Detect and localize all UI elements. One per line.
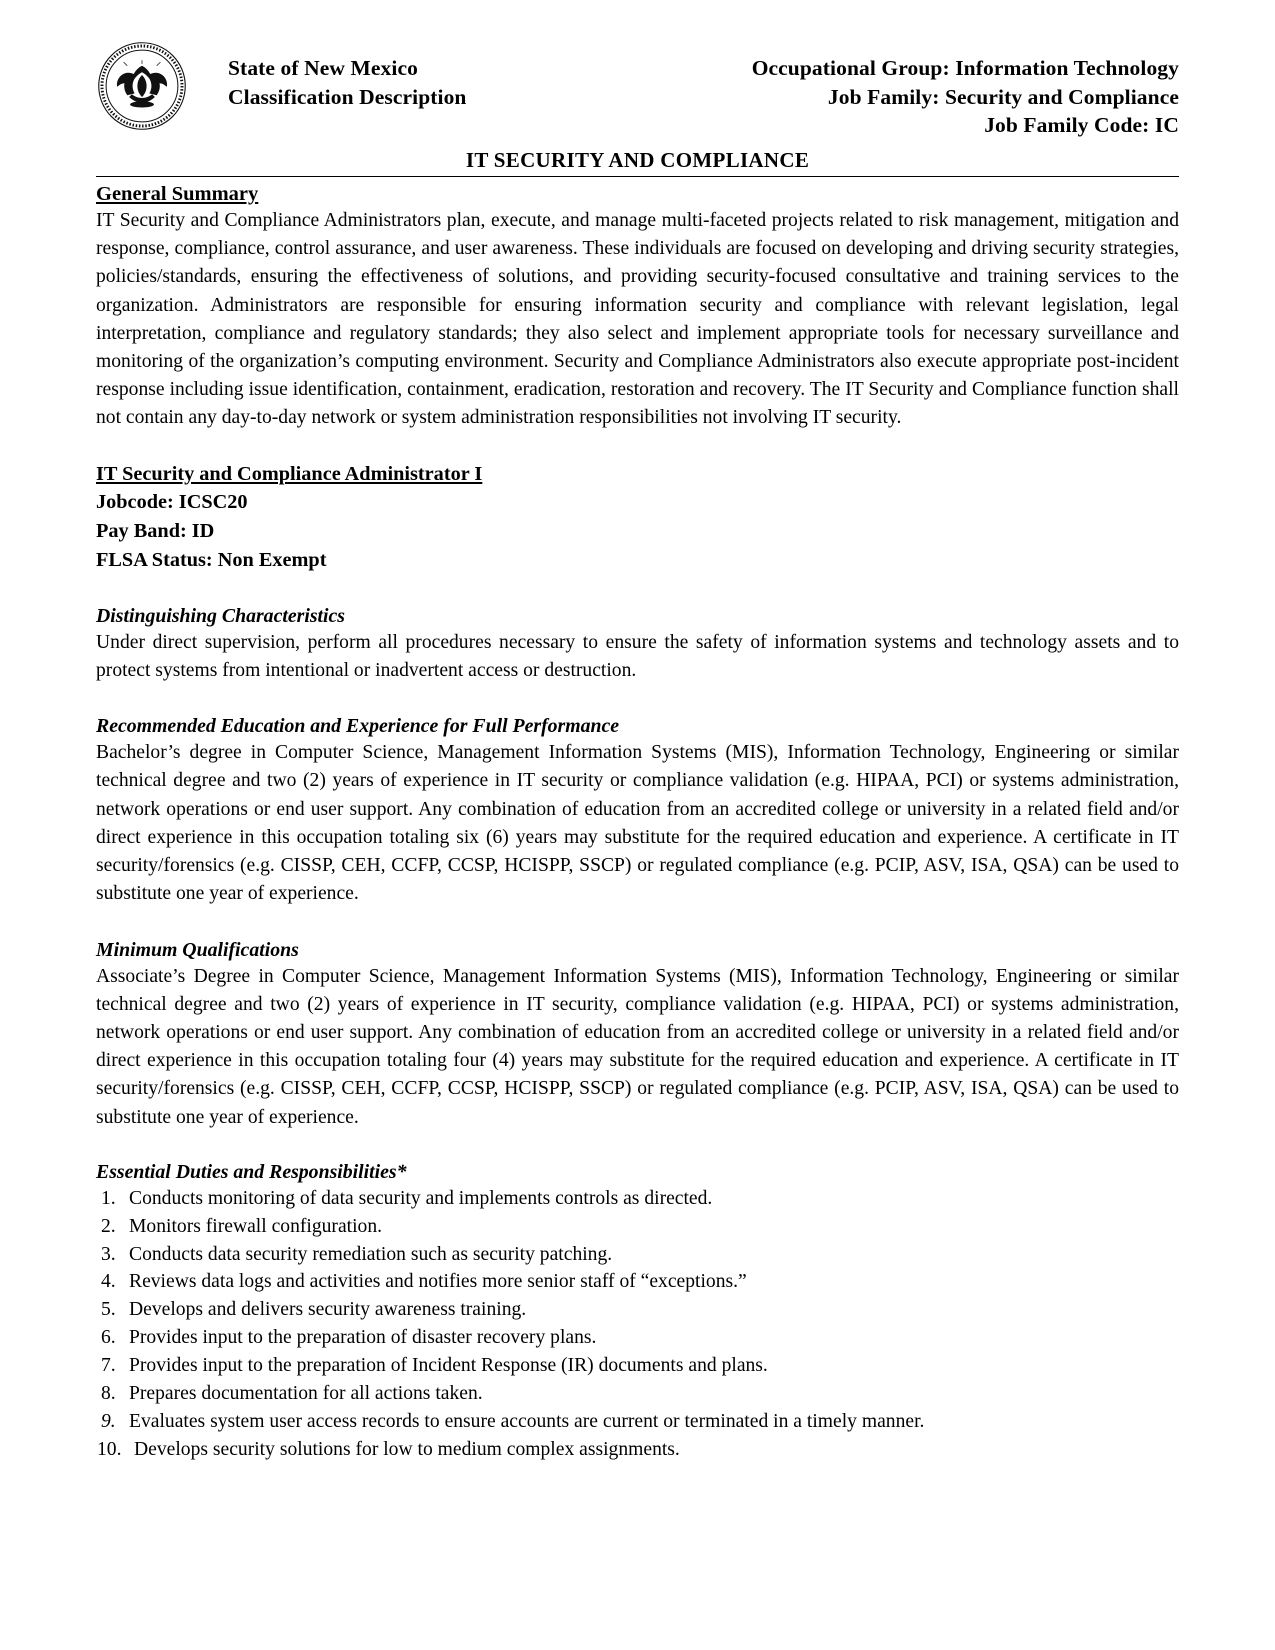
recommended-education-section: Recommended Education and Experience for… (96, 715, 1179, 908)
list-item: 3. Conducts data security remediation suc… (96, 1241, 1179, 1269)
list-item: 2. Monitors firewall configuration. (96, 1213, 1179, 1241)
document-page: State of New Mexico Classification Descr… (0, 0, 1275, 1650)
list-item: 1. Conducts monitoring of data security a… (96, 1185, 1179, 1213)
list-item-text: Develops security solutions for low to m… (134, 1438, 680, 1460)
recommended-education-text: Bachelor’s degree in Computer Science, M… (96, 742, 1179, 905)
minimum-qualifications-heading: Minimum Qualifications (96, 938, 299, 961)
jobcode: Jobcode: ICSC20 (96, 491, 248, 514)
list-item-text: Reviews data logs and activities and not… (129, 1271, 747, 1293)
list-item: 10. Develops security solutions for low t… (96, 1436, 1179, 1464)
list-item-text: Provides input to the preparation of dis… (129, 1327, 597, 1349)
job-title: IT Security and Compliance Administrator… (96, 462, 483, 485)
list-item-text: Conducts data security remediation such … (129, 1243, 613, 1265)
general-summary-section: General Summary IT Security and Complian… (96, 181, 1179, 433)
flsa-status: FLSA Status: Non Exempt (96, 549, 327, 572)
list-item-text: Conducts monitoring of data security and… (129, 1187, 713, 1209)
list-item: 5. Develops and delivers security awarene… (96, 1296, 1179, 1324)
page-title: IT SECURITY AND COMPLIANCE (465, 148, 810, 172)
list-item: 7. Provides input to the preparation of I… (96, 1352, 1179, 1380)
recommended-education-heading: Recommended Education and Experience for… (96, 715, 620, 738)
list-item-text: Prepares documentation for all actions t… (129, 1383, 483, 1405)
list-item-number: 2. (101, 1215, 116, 1237)
general-summary-text: IT Security and Compliance Administrator… (96, 210, 1179, 429)
distinguishing-characteristics-section: Distinguishing Characteristics Under dir… (96, 605, 1179, 685)
list-item-number: 4. (101, 1271, 116, 1293)
list-item: 4. Reviews data logs and activities and n… (96, 1268, 1179, 1296)
list-item-text: Provides input to the preparation of Inc… (129, 1355, 768, 1377)
essential-duties-section: Essential Duties and Responsibilities* 1… (96, 1161, 1179, 1464)
occupational-group: Occupational Group: Information Technolo… (751, 56, 1179, 80)
list-item-number: 8. (101, 1383, 116, 1405)
pay-band: Pay Band: ID (96, 520, 215, 543)
header-right-block: Occupational Group: Information Technolo… (752, 54, 1179, 140)
list-item-number: 6. (101, 1327, 116, 1349)
classification-description-label: Classification Description (228, 84, 467, 109)
state-name: State of New Mexico (228, 56, 418, 80)
list-item-text: Develops and delivers security awareness… (129, 1299, 527, 1321)
job-family: Job Family: Security and Compliance (827, 84, 1179, 109)
list-item: 9. Evaluates system user access records t… (96, 1408, 1179, 1436)
distinguishing-characteristics-heading: Distinguishing Characteristics (96, 604, 345, 627)
state-seal-icon (98, 42, 186, 130)
list-item-number: 10. (97, 1438, 122, 1460)
list-item-number: 7. (101, 1355, 116, 1377)
list-item-number: 3. (101, 1243, 116, 1265)
list-item-number: 5. (101, 1299, 116, 1321)
essential-duties-list: 1. Conducts monitoring of data security a… (96, 1185, 1179, 1464)
document-header: State of New Mexico Classification Descr… (96, 38, 1179, 138)
header-left-block: State of New Mexico Classification Descr… (96, 38, 467, 132)
title-divider (96, 176, 1179, 177)
list-item-text: Monitors firewall configuration. (129, 1215, 383, 1237)
list-item-number: 9. (101, 1410, 116, 1432)
general-summary-heading: General Summary (96, 183, 259, 205)
minimum-qualifications-text: Associate’s Degree in Computer Science, … (96, 965, 1179, 1128)
essential-duties-heading: Essential Duties and Responsibilities* (96, 1160, 407, 1183)
list-item: 8. Prepares documentation for all actions… (96, 1380, 1179, 1408)
distinguishing-characteristics-text: Under direct supervision, perform all pr… (96, 631, 1179, 682)
job-identification-block: IT Security and Compliance Administrator… (96, 460, 1179, 575)
list-item-number: 1. (101, 1187, 116, 1209)
list-item: 6. Provides input to the preparation of d… (96, 1324, 1179, 1352)
organization-lines: State of New Mexico Classification Descr… (228, 54, 467, 111)
minimum-qualifications-section: Minimum Qualifications Associate’s Degre… (96, 939, 1179, 1132)
job-family-code: Job Family Code: IC (984, 113, 1179, 138)
list-item-text: Evaluates system user access records to … (129, 1410, 925, 1432)
